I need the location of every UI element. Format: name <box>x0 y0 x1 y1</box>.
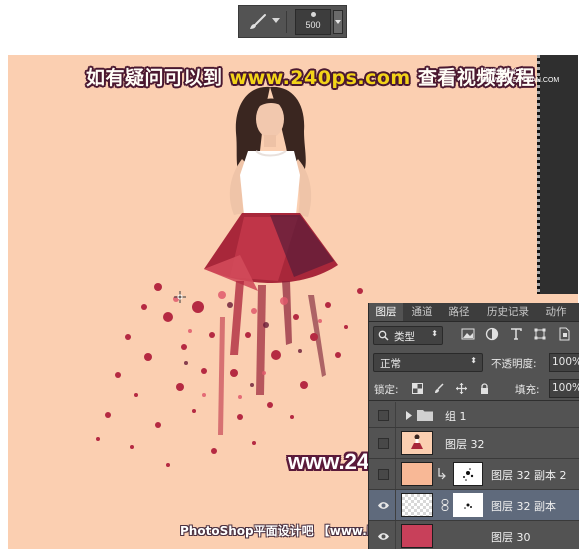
tab-layers[interactable]: 图层 <box>369 303 403 321</box>
lock-all-icon[interactable] <box>479 383 490 394</box>
layer-mask-thumbnail[interactable] <box>453 493 483 517</box>
layer-filter-row: 类型 ⬍ <box>369 323 579 349</box>
visibility-toggle[interactable] <box>378 469 389 480</box>
layer-thumbnail <box>401 462 433 486</box>
eye-icon[interactable] <box>378 531 389 542</box>
divider <box>395 521 396 549</box>
eye-icon[interactable] <box>378 500 389 511</box>
crosshair-cursor-icon <box>174 291 186 303</box>
opacity-label: 不透明度: <box>491 358 537 370</box>
expand-triangle-icon[interactable] <box>405 411 413 420</box>
tab-channels[interactable]: 通道 <box>405 303 439 321</box>
layer-thumbnail <box>401 431 433 455</box>
blend-mode-value: 正常 <box>380 358 401 370</box>
layer-name: 图层 32 副本 2 <box>491 469 567 482</box>
shape-filter-icon[interactable] <box>533 327 547 341</box>
watermark-top-url: www.240ps.com <box>229 67 411 89</box>
layer-row-layer-32-copy[interactable]: 图层 32 副本 <box>369 490 579 521</box>
layer-filter-select[interactable]: 类型 ⬍ <box>373 326 443 345</box>
lock-row: 锁定: 填充: 100% <box>369 378 579 401</box>
lock-position-icon[interactable] <box>456 383 467 394</box>
clipping-mask-icon <box>438 468 446 480</box>
lock-label: 锁定: <box>374 384 399 396</box>
image-filter-icon[interactable] <box>461 327 475 341</box>
brush-tool-icon[interactable] <box>247 13 269 31</box>
brush-size-value: 500 <box>305 20 321 30</box>
divider <box>395 428 396 458</box>
brush-preset-picker[interactable]: 500 <box>295 9 331 35</box>
watermark-top: 如有疑问可以到 www.240ps.com 查看视频教程 <box>86 63 535 90</box>
chevron-down-icon[interactable] <box>272 18 280 23</box>
tab-actions[interactable]: 动作 <box>539 303 573 321</box>
opacity-input[interactable]: 100% <box>549 353 579 372</box>
layer-row-group-1[interactable]: 组 1 <box>369 402 579 428</box>
lock-transparency-icon[interactable] <box>412 383 423 394</box>
layer-name: 图层 30 <box>491 531 531 544</box>
layers-panel: 图层 通道 路径 历史记录 动作 类型 ⬍ 正常 ⬍ 不透明度: 100 锁定:… <box>368 303 579 549</box>
divider <box>286 11 287 33</box>
visibility-toggle[interactable] <box>378 438 389 449</box>
layer-name: 图层 32 副本 <box>491 500 556 513</box>
tab-history[interactable]: 历史记录 <box>479 303 537 321</box>
brush-tip-icon <box>311 12 316 17</box>
search-icon <box>378 330 389 341</box>
type-filter-icon[interactable] <box>509 327 523 341</box>
divider <box>395 490 396 520</box>
adjustment-filter-icon[interactable] <box>485 327 499 341</box>
tab-paths[interactable]: 路径 <box>442 303 476 321</box>
layer-row-layer-32[interactable]: 图层 32 <box>369 428 579 459</box>
layer-name: 图层 32 <box>445 438 485 451</box>
fill-label: 填充: <box>515 384 540 396</box>
watermark-site: 思缘设计论坛 WWW.MISSYUAN.COM <box>483 69 560 84</box>
panel-tabs: 图层 通道 路径 历史记录 动作 <box>369 303 579 322</box>
blend-mode-select[interactable]: 正常 ⬍ <box>373 353 483 372</box>
updown-arrows-icon: ⬍ <box>431 329 438 338</box>
visibility-toggle[interactable] <box>378 410 389 421</box>
brush-options-bar: 500 <box>238 5 347 38</box>
folder-icon <box>417 410 433 421</box>
watermark-top-text-1: 如有疑问可以到 <box>86 67 223 89</box>
smart-object-filter-icon[interactable] <box>557 327 571 341</box>
layer-mask-thumbnail[interactable] <box>453 462 483 486</box>
fill-input[interactable]: 100% <box>549 379 579 398</box>
divider <box>395 402 396 427</box>
brush-preset-dropdown-button[interactable] <box>333 10 343 34</box>
lock-pixels-icon[interactable] <box>434 383 445 394</box>
filter-label: 类型 <box>394 331 415 343</box>
link-chain-icon[interactable] <box>441 499 449 511</box>
updown-arrows-icon: ⬍ <box>470 356 477 365</box>
layer-row-layer-32-copy-2[interactable]: 图层 32 副本 2 <box>369 459 579 490</box>
layer-thumbnail <box>401 493 433 517</box>
layer-row-layer-30[interactable]: 图层 30 <box>369 521 579 549</box>
blend-row: 正常 ⬍ 不透明度: 100% <box>369 350 579 374</box>
divider <box>395 459 396 489</box>
layer-thumbnail <box>401 524 433 548</box>
layer-name: 组 1 <box>445 410 467 423</box>
